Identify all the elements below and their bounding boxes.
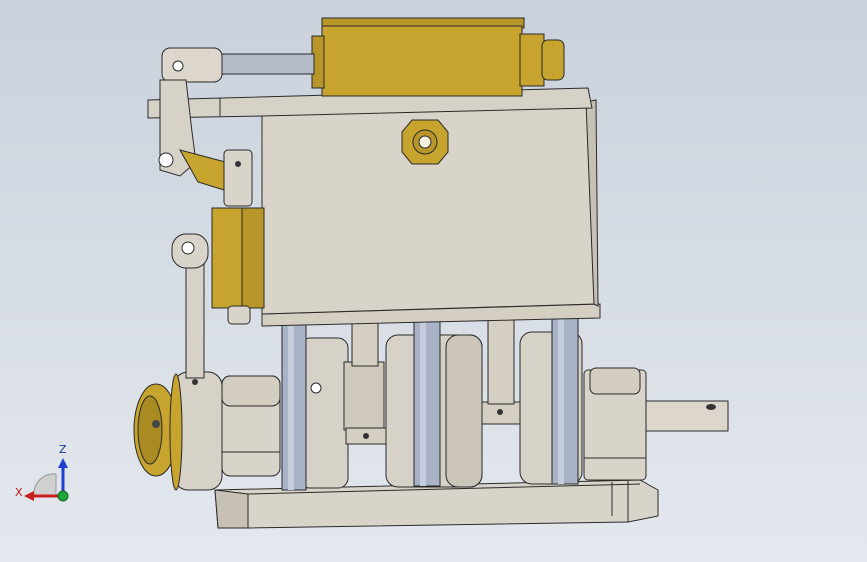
cad-viewport[interactable]: Z X — [0, 0, 867, 562]
y-axis-dot-icon — [57, 490, 69, 502]
valve-rod[interactable] — [161, 47, 315, 83]
hex-nut[interactable] — [401, 119, 449, 165]
valve-guide-post[interactable] — [223, 149, 253, 207]
x-arrow-icon — [24, 491, 34, 501]
z-arrow-icon — [58, 458, 68, 468]
steam-engine-model[interactable] — [0, 0, 867, 562]
x-axis-label: X — [15, 486, 23, 499]
triad-arc — [33, 473, 57, 497]
eccentric-flywheel[interactable] — [133, 371, 223, 491]
axis-triad: Z X — [12, 438, 82, 508]
left-bearing-block[interactable] — [221, 375, 281, 477]
valve-chest[interactable] — [311, 17, 565, 97]
crank-webs[interactable] — [299, 331, 583, 489]
slide-block[interactable] — [211, 207, 265, 325]
z-axis-label: Z — [59, 443, 67, 456]
right-bearing-block[interactable] — [583, 367, 647, 481]
valve-link-rod[interactable] — [171, 233, 209, 379]
output-shaft[interactable] — [645, 400, 729, 432]
